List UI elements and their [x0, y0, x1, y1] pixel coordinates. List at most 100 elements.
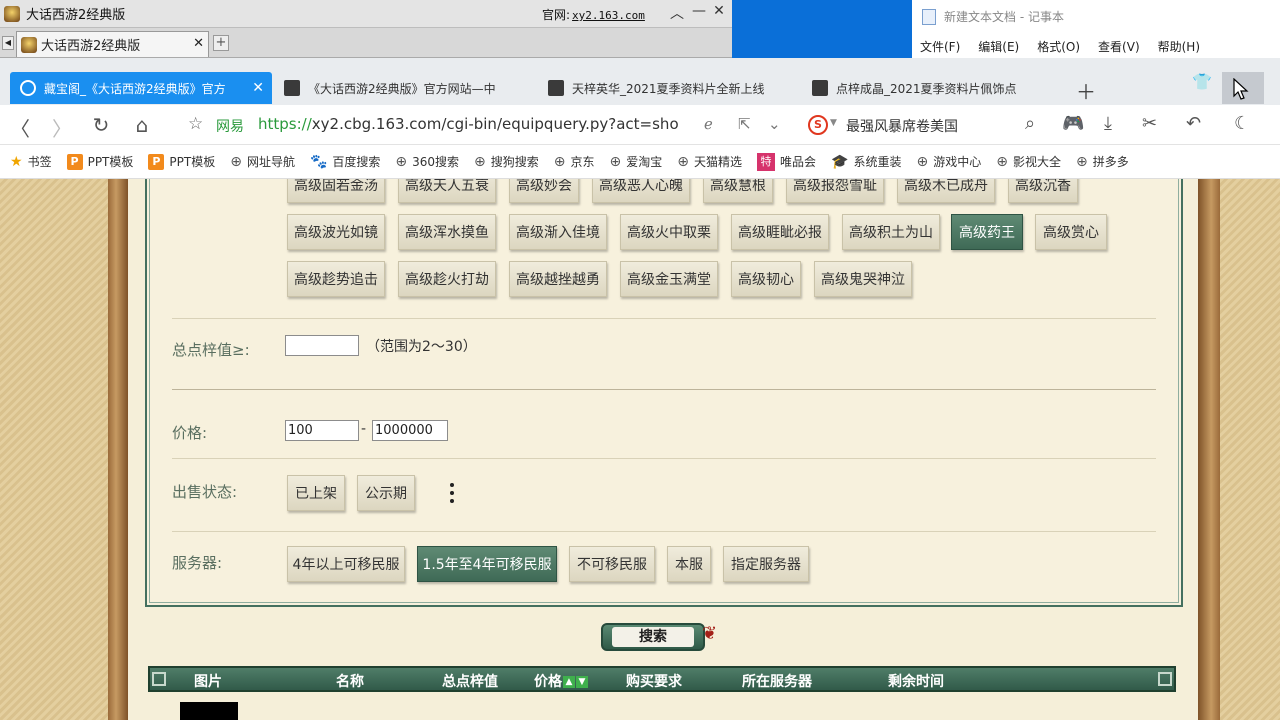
sogou-search-engine-icon[interactable]: S [808, 115, 828, 135]
bookmark-item[interactable]: ⊕ 搜狗搜索 [474, 153, 539, 170]
chevron-up-icon[interactable]: ︿ [668, 3, 686, 23]
forward-icon[interactable]: 〉 [50, 113, 74, 142]
bookmark-item[interactable]: ⊕ 游戏中心 [917, 153, 982, 170]
skill-button[interactable]: 高级妙会 [509, 179, 579, 203]
price-min-input[interactable] [285, 420, 359, 441]
column-name: 名称 [336, 674, 364, 690]
skill-button[interactable]: 高级赏心 [1035, 214, 1107, 250]
game-tab-label: 大话西游2经典版 [41, 39, 141, 54]
server-option-button[interactable]: 本服 [667, 546, 711, 582]
browser-tab[interactable]: 点梓成晶_2021夏季资料片佩饰点 [802, 72, 1064, 104]
browser-tab[interactable]: 天梓英华_2021夏季资料片全新上线 [538, 72, 800, 104]
skill-button[interactable]: 高级趁势追击 [287, 261, 385, 297]
game-tab[interactable]: 大话西游2经典版 ✕ [16, 31, 209, 57]
close-tab-icon[interactable]: ✕ [252, 80, 264, 96]
search-button[interactable]: 搜索 [601, 623, 705, 651]
bookmark-item[interactable]: ⊕ 拼多多 [1076, 153, 1129, 170]
bookmark-item[interactable]: ⊕ 网址导航 [230, 153, 295, 170]
home-icon[interactable]: ⌂ [130, 113, 154, 137]
skill-button[interactable]: 高级木已成舟 [897, 179, 995, 203]
scissors-icon[interactable]: ✂ [1142, 113, 1157, 134]
bookmark-item[interactable]: ⊕ 京东 [554, 153, 595, 170]
bookmark-item[interactable]: ⊕ 影视大全 [996, 153, 1061, 170]
minimize-icon[interactable]: — [690, 3, 708, 19]
new-tab-plus-icon[interactable]: ＋ [1076, 76, 1096, 105]
skill-button[interactable]: 高级渐入佳境 [509, 214, 607, 250]
chevron-down-icon[interactable]: ▼ [830, 118, 837, 128]
skill-button[interactable]: 高级火中取栗 [620, 214, 718, 250]
browser-tab-label: 天梓英华_2021夏季资料片全新上线 [572, 81, 765, 96]
skill-button[interactable]: 高级趁火打劫 [398, 261, 496, 297]
night-mode-icon[interactable]: ☾ [1234, 113, 1250, 134]
browser-tab-active[interactable]: 藏宝阁_《大话西游2经典版》官方 ✕ [10, 72, 272, 104]
divider [172, 318, 1156, 319]
share-icon[interactable]: ⇱ [738, 115, 751, 133]
bookmark-item[interactable]: 🐾 百度搜索 [310, 153, 380, 170]
bookmark-item[interactable]: P PPT模板 [66, 153, 133, 170]
skill-button[interactable]: 高级睚眦必报 [731, 214, 829, 250]
skill-button[interactable]: 高级天人五衰 [398, 179, 496, 203]
skill-button[interactable]: 高级波光如镜 [287, 214, 385, 250]
tab-scroll-left-icon[interactable]: ◀ [2, 36, 14, 50]
back-icon[interactable]: 〈 [8, 113, 32, 142]
skill-button[interactable]: 高级金玉满堂 [620, 261, 718, 297]
skill-button[interactable]: 高级沉香 [1008, 179, 1078, 203]
skill-button[interactable]: 高级越挫越勇 [509, 261, 607, 297]
total-points-input[interactable] [285, 335, 359, 356]
skill-button-selected[interactable]: 高级药王 [951, 214, 1023, 250]
menu-help[interactable]: 帮助(H) [1158, 38, 1200, 55]
mouse-cursor-icon [1233, 78, 1249, 100]
bookmark-item[interactable]: 🎓 系统重装 [831, 153, 901, 170]
ppt-icon: P [148, 153, 165, 170]
url-field[interactable]: https://xy2.cbg.163.com/cgi-bin/equipque… [258, 115, 688, 133]
official-site-url[interactable]: xy2.163.com [572, 9, 645, 22]
skill-button[interactable]: 高级韧心 [731, 261, 801, 297]
undo-icon[interactable]: ↶ [1186, 113, 1201, 134]
column-price[interactable]: 价格 ▲ ▼ [534, 671, 588, 691]
close-tab-icon[interactable]: ✕ [193, 36, 204, 51]
bookmark-item[interactable]: ⊕ 天猫精选 [677, 153, 742, 170]
search-suggestion[interactable]: 最强风暴席卷美国 [846, 116, 958, 136]
skill-button[interactable]: 高级鬼哭神泣 [814, 261, 912, 297]
server-option-button[interactable]: 4年以上可移民服 [287, 546, 405, 582]
bookmark-item[interactable]: ★ 书签 [10, 153, 52, 170]
bookmark-item[interactable]: P PPT模板 [148, 153, 215, 170]
game-logo-icon [4, 5, 20, 22]
price-max-input[interactable] [372, 420, 448, 441]
skill-button[interactable]: 高级恶人心魄 [592, 179, 690, 203]
server-option-button[interactable]: 不可移民服 [569, 546, 655, 582]
sort-asc-icon[interactable]: ▲ [563, 676, 575, 688]
skill-button[interactable]: 高级固若金汤 [287, 179, 385, 203]
item-thumbnail[interactable] [180, 702, 238, 720]
menu-edit[interactable]: 编辑(E) [978, 38, 1019, 55]
more-options-icon[interactable] [448, 481, 456, 505]
bookmark-star-icon[interactable]: ☆ [188, 114, 203, 134]
skill-button[interactable]: 高级积土为山 [842, 214, 940, 250]
menu-file[interactable]: 文件(F) [920, 38, 960, 55]
close-icon[interactable]: ✕ [710, 3, 728, 19]
search-icon[interactable]: ⌕ [1025, 113, 1035, 134]
server-option-button-selected[interactable]: 1.5年至4年可移民服 [417, 546, 557, 582]
bookmark-item[interactable]: ⊕ 爱淘宝 [610, 153, 663, 170]
skill-button[interactable]: 高级慧根 [703, 179, 773, 203]
compat-mode-icon[interactable]: ℯ [704, 115, 713, 133]
new-tab-icon[interactable]: + [213, 35, 229, 51]
parchment-left [0, 179, 108, 720]
chevron-down-icon[interactable]: ⌄ [768, 115, 781, 133]
status-public-period-button[interactable]: 公示期 [357, 475, 415, 511]
sort-desc-icon[interactable]: ▼ [576, 676, 588, 688]
bookmark-item[interactable]: ⊕ 360搜索 [395, 153, 459, 170]
reload-icon[interactable]: ↻ [89, 113, 113, 137]
sidebar-toggle-button[interactable] [1222, 72, 1264, 104]
bookmark-item[interactable]: 特唯品会 [757, 152, 816, 171]
status-listed-button[interactable]: 已上架 [287, 475, 345, 511]
browser-tab[interactable]: 《大话西游2经典版》官方网站—中 [274, 72, 536, 104]
gamepad-icon[interactable]: 🎮 [1062, 113, 1084, 134]
menu-view[interactable]: 查看(V) [1098, 38, 1140, 55]
skill-button[interactable]: 高级报怨雪耻 [786, 179, 884, 203]
download-icon[interactable]: ⤓ [1104, 113, 1112, 134]
server-option-button[interactable]: 指定服务器 [723, 546, 809, 582]
skin-icon[interactable]: 👕 [1192, 72, 1212, 91]
menu-format[interactable]: 格式(O) [1037, 38, 1080, 55]
skill-button[interactable]: 高级浑水摸鱼 [398, 214, 496, 250]
